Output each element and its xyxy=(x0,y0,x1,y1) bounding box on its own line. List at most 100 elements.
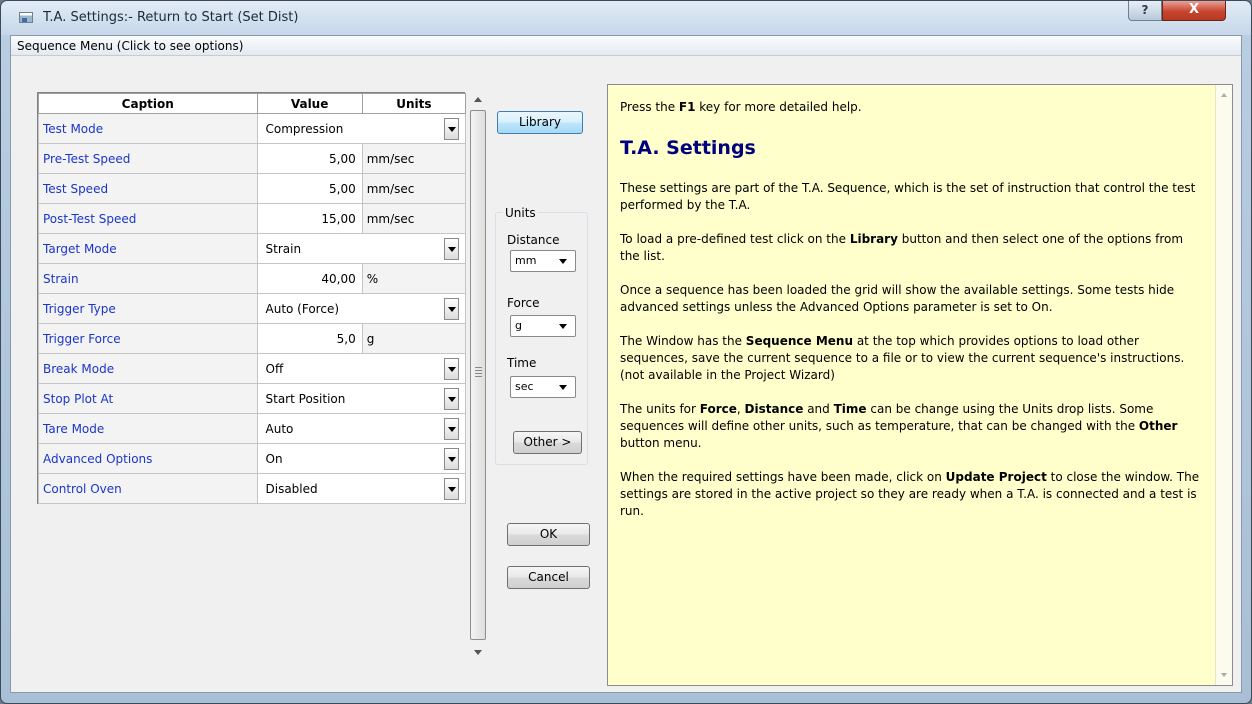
table-row[interactable]: Target Mode Strain xyxy=(38,233,466,264)
setting-caption[interactable]: Strain xyxy=(38,263,258,294)
help-paragraph-5: The units for Force, Distance and Time c… xyxy=(620,402,1178,450)
chevron-down-icon[interactable] xyxy=(444,477,459,500)
setting-value-input[interactable]: 40,00 xyxy=(256,263,363,294)
setting-units: mm/sec xyxy=(361,173,467,204)
chevron-down-icon[interactable] xyxy=(444,447,459,470)
setting-value-input[interactable]: 5,00 xyxy=(256,143,363,174)
time-unit-select[interactable]: sec xyxy=(510,376,576,398)
setting-value: Off xyxy=(265,361,284,376)
setting-caption[interactable]: Tare Mode xyxy=(38,413,258,444)
column-header-caption[interactable]: Caption xyxy=(38,93,258,114)
setting-caption[interactable]: Target Mode xyxy=(38,233,258,264)
chevron-down-icon[interactable] xyxy=(444,117,459,140)
setting-units: % xyxy=(361,263,467,294)
help-content: Press the F1 key for more detailed help.… xyxy=(620,99,1205,537)
setting-caption[interactable]: Break Mode xyxy=(38,353,258,384)
table-row[interactable]: Stop Plot At Start Position xyxy=(38,383,466,414)
table-row[interactable]: Tare Mode Auto xyxy=(38,413,466,444)
cancel-button[interactable]: Cancel xyxy=(507,566,590,589)
setting-value-dropdown[interactable]: Auto (Force) xyxy=(256,293,466,324)
window-title: T.A. Settings:- Return to Start (Set Dis… xyxy=(43,10,299,25)
sequence-menu[interactable]: Sequence Menu (Click to see options) xyxy=(17,39,243,53)
table-row[interactable]: Test Mode Compression xyxy=(38,113,466,144)
setting-value-input[interactable]: 5,0 xyxy=(256,323,363,354)
setting-units: g xyxy=(361,323,467,354)
setting-value-input[interactable]: 15,00 xyxy=(256,203,363,234)
setting-value: Compression xyxy=(265,121,344,136)
setting-value-dropdown[interactable]: Strain xyxy=(256,233,466,264)
dialog-client-area: Sequence Menu (Click to see options) Cap… xyxy=(10,35,1242,693)
setting-caption[interactable]: Test Mode xyxy=(38,113,258,144)
help-intro: Press the F1 key for more detailed help. xyxy=(620,100,862,114)
table-row[interactable]: Trigger Type Auto (Force) xyxy=(38,293,466,324)
table-row[interactable]: Test Speed 5,00 mm/sec xyxy=(38,173,467,204)
setting-value: Disabled xyxy=(265,481,318,496)
table-row[interactable]: Control Oven Disabled xyxy=(38,473,466,504)
force-label: Force xyxy=(507,296,540,310)
setting-units: mm/sec xyxy=(361,143,467,174)
setting-caption[interactable]: Trigger Type xyxy=(38,293,258,324)
setting-value-dropdown[interactable]: Auto xyxy=(256,413,466,444)
settings-grid: Caption Value Units Test Mode Compression… xyxy=(37,92,467,504)
help-paragraph-1: These settings are part of the T.A. Sequ… xyxy=(620,181,1196,212)
setting-caption[interactable]: Control Oven xyxy=(38,473,258,504)
help-paragraph-2: To load a pre-defined test click on the … xyxy=(620,232,1184,263)
grid-vertical-scrollbar[interactable] xyxy=(469,92,487,662)
force-unit-select[interactable]: g xyxy=(510,315,576,337)
setting-value-dropdown[interactable]: Disabled xyxy=(256,473,466,504)
setting-value-input[interactable]: 5,00 xyxy=(256,173,363,204)
units-group-label: Units xyxy=(503,206,538,220)
setting-value-dropdown[interactable]: Off xyxy=(256,353,466,384)
table-row[interactable]: Trigger Force 5,0 g xyxy=(38,323,467,354)
scroll-down-arrow-icon[interactable] xyxy=(469,644,487,660)
scroll-grip-icon xyxy=(475,367,482,377)
column-header-units[interactable]: Units xyxy=(361,93,467,114)
setting-caption[interactable]: Advanced Options xyxy=(38,443,258,474)
help-pane: Press the F1 key for more detailed help.… xyxy=(607,84,1233,686)
chevron-down-icon[interactable] xyxy=(444,387,459,410)
other-units-button[interactable]: Other > xyxy=(513,431,582,454)
setting-caption[interactable]: Post-Test Speed xyxy=(38,203,258,234)
help-paragraph-6: When the required settings have been mad… xyxy=(620,470,1200,518)
setting-value: Auto xyxy=(265,421,294,436)
f1-key: F1 xyxy=(678,100,696,114)
window-app-icon xyxy=(19,12,33,23)
setting-value-dropdown[interactable]: On xyxy=(256,443,466,474)
help-button[interactable]: ? xyxy=(1128,1,1162,21)
distance-label: Distance xyxy=(507,233,560,247)
setting-value: On xyxy=(265,451,283,466)
table-row[interactable]: Advanced Options On xyxy=(38,443,466,474)
time-label: Time xyxy=(507,356,537,370)
setting-caption[interactable]: Trigger Force xyxy=(38,323,258,354)
setting-value: Strain xyxy=(265,241,302,256)
table-row[interactable]: Break Mode Off xyxy=(38,353,466,384)
title-bar[interactable]: T.A. Settings:- Return to Start (Set Dis… xyxy=(1,1,1251,35)
scroll-up-arrow-icon[interactable] xyxy=(469,92,487,108)
setting-caption[interactable]: Test Speed xyxy=(38,173,258,204)
table-row[interactable]: Post-Test Speed 15,00 mm/sec xyxy=(38,203,467,234)
column-header-value[interactable]: Value xyxy=(256,93,363,114)
settings-window: T.A. Settings:- Return to Start (Set Dis… xyxy=(0,0,1252,704)
chevron-down-icon[interactable] xyxy=(444,357,459,380)
chevron-down-icon[interactable] xyxy=(444,417,459,440)
setting-value-dropdown[interactable]: Compression xyxy=(256,113,466,144)
ok-button[interactable]: OK xyxy=(507,523,590,546)
help-vertical-scrollbar[interactable] xyxy=(1215,85,1232,685)
menu-bar: Sequence Menu (Click to see options) xyxy=(11,36,1241,56)
chevron-down-icon[interactable] xyxy=(444,237,459,260)
help-paragraph-3: Once a sequence has been loaded the grid… xyxy=(620,283,1175,314)
library-button[interactable]: Library xyxy=(497,111,583,134)
settings-table-body: Test Mode Compression Pre-Test Speed 5,00 mm… xyxy=(38,113,467,504)
table-row[interactable]: Pre-Test Speed 5,00 mm/sec xyxy=(38,143,467,174)
setting-value: Start Position xyxy=(265,391,346,406)
setting-value: Auto (Force) xyxy=(265,301,340,316)
table-row[interactable]: Strain 40,00% xyxy=(38,263,467,294)
setting-caption[interactable]: Stop Plot At xyxy=(38,383,258,414)
scrollbar-thumb[interactable] xyxy=(470,110,486,640)
close-button[interactable]: X xyxy=(1162,1,1226,21)
help-title: T.A. Settings xyxy=(620,137,756,159)
chevron-down-icon[interactable] xyxy=(444,297,459,320)
setting-value-dropdown[interactable]: Start Position xyxy=(256,383,466,414)
distance-unit-select[interactable]: mm xyxy=(510,250,576,272)
setting-caption[interactable]: Pre-Test Speed xyxy=(38,143,258,174)
